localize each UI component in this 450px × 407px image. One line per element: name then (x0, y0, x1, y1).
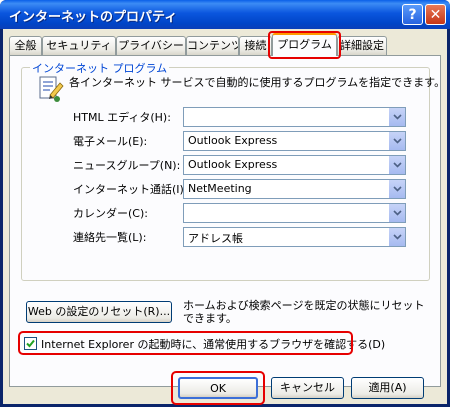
newsgroups-select[interactable]: Outlook Express (183, 155, 406, 175)
tab-security[interactable]: セキュリティ (42, 36, 116, 55)
dialog-body: 全般 セキュリティ プライバシー コンテンツ 接続 プログラム 詳細設定 インタ… (3, 29, 447, 405)
tab-privacy[interactable]: プライバシー (116, 36, 186, 55)
contact-list-select[interactable]: アドレス帳 (183, 227, 406, 247)
cancel-button[interactable]: キャンセル (271, 377, 344, 399)
internet-call-label: インターネット通話(I): (73, 183, 188, 196)
contact-list-label: 連絡先一覧(L): (73, 231, 147, 244)
tab-general[interactable]: 全般 (9, 36, 42, 55)
chevron-down-icon[interactable] (388, 108, 405, 126)
tab-programs-highlight (268, 31, 341, 59)
calendar-label: カレンダー(C): (73, 207, 148, 220)
html-editor-label: HTML エディタ(H): (73, 111, 171, 124)
calendar-select[interactable] (183, 203, 406, 223)
chevron-down-icon[interactable] (388, 156, 405, 174)
contact-list-value: アドレス帳 (188, 232, 243, 245)
reset-description: ホームおよび検索ページを既定の状態にリセットできます。 (183, 299, 425, 325)
email-label: 電子メール(E): (73, 135, 148, 148)
default-browser-highlight (18, 331, 353, 355)
internet-call-value: NetMeeting (188, 182, 252, 195)
title-bar[interactable]: インターネットのプロパティ ? ✕ (0, 0, 450, 29)
email-value: Outlook Express (188, 134, 278, 147)
reset-web-settings-button[interactable]: Web の設定のリセット(R)... (26, 301, 172, 323)
tab-advanced[interactable]: 詳細設定 (337, 36, 387, 55)
tab-strip: 全般 セキュリティ プライバシー コンテンツ 接続 プログラム 詳細設定 (9, 31, 441, 59)
programs-panel: インターネット プログラム 各インターネット サービスで自動的に使用するプログラ… (9, 55, 445, 387)
newsgroups-label: ニュースグループ(N): (73, 159, 181, 172)
chevron-down-icon[interactable] (388, 204, 405, 222)
apply-button[interactable]: 適用(A) (351, 377, 424, 399)
ok-button-highlight (171, 371, 265, 405)
internet-call-select[interactable]: NetMeeting (183, 179, 406, 199)
tab-content[interactable]: コンテンツ (186, 36, 239, 55)
chevron-down-icon[interactable] (388, 180, 405, 198)
help-button[interactable]: ? (402, 4, 423, 25)
close-button[interactable]: ✕ (425, 4, 446, 25)
internet-properties-window: インターネットのプロパティ ? ✕ 全般 セキュリティ プライバシー コンテンツ… (0, 0, 450, 407)
email-select[interactable]: Outlook Express (183, 131, 406, 151)
program-settings-icon (39, 76, 64, 102)
window-title: インターネットのプロパティ (9, 10, 178, 25)
internet-programs-group: インターネット プログラム 各インターネット サービスで自動的に使用するプログラ… (21, 60, 445, 281)
html-editor-select[interactable] (183, 107, 406, 127)
newsgroups-value: Outlook Express (188, 158, 278, 171)
group-description: 各インターネット サービスで自動的に使用するプログラムを指定できます。 (69, 76, 446, 89)
chevron-down-icon[interactable] (388, 132, 405, 150)
chevron-down-icon[interactable] (388, 228, 405, 246)
